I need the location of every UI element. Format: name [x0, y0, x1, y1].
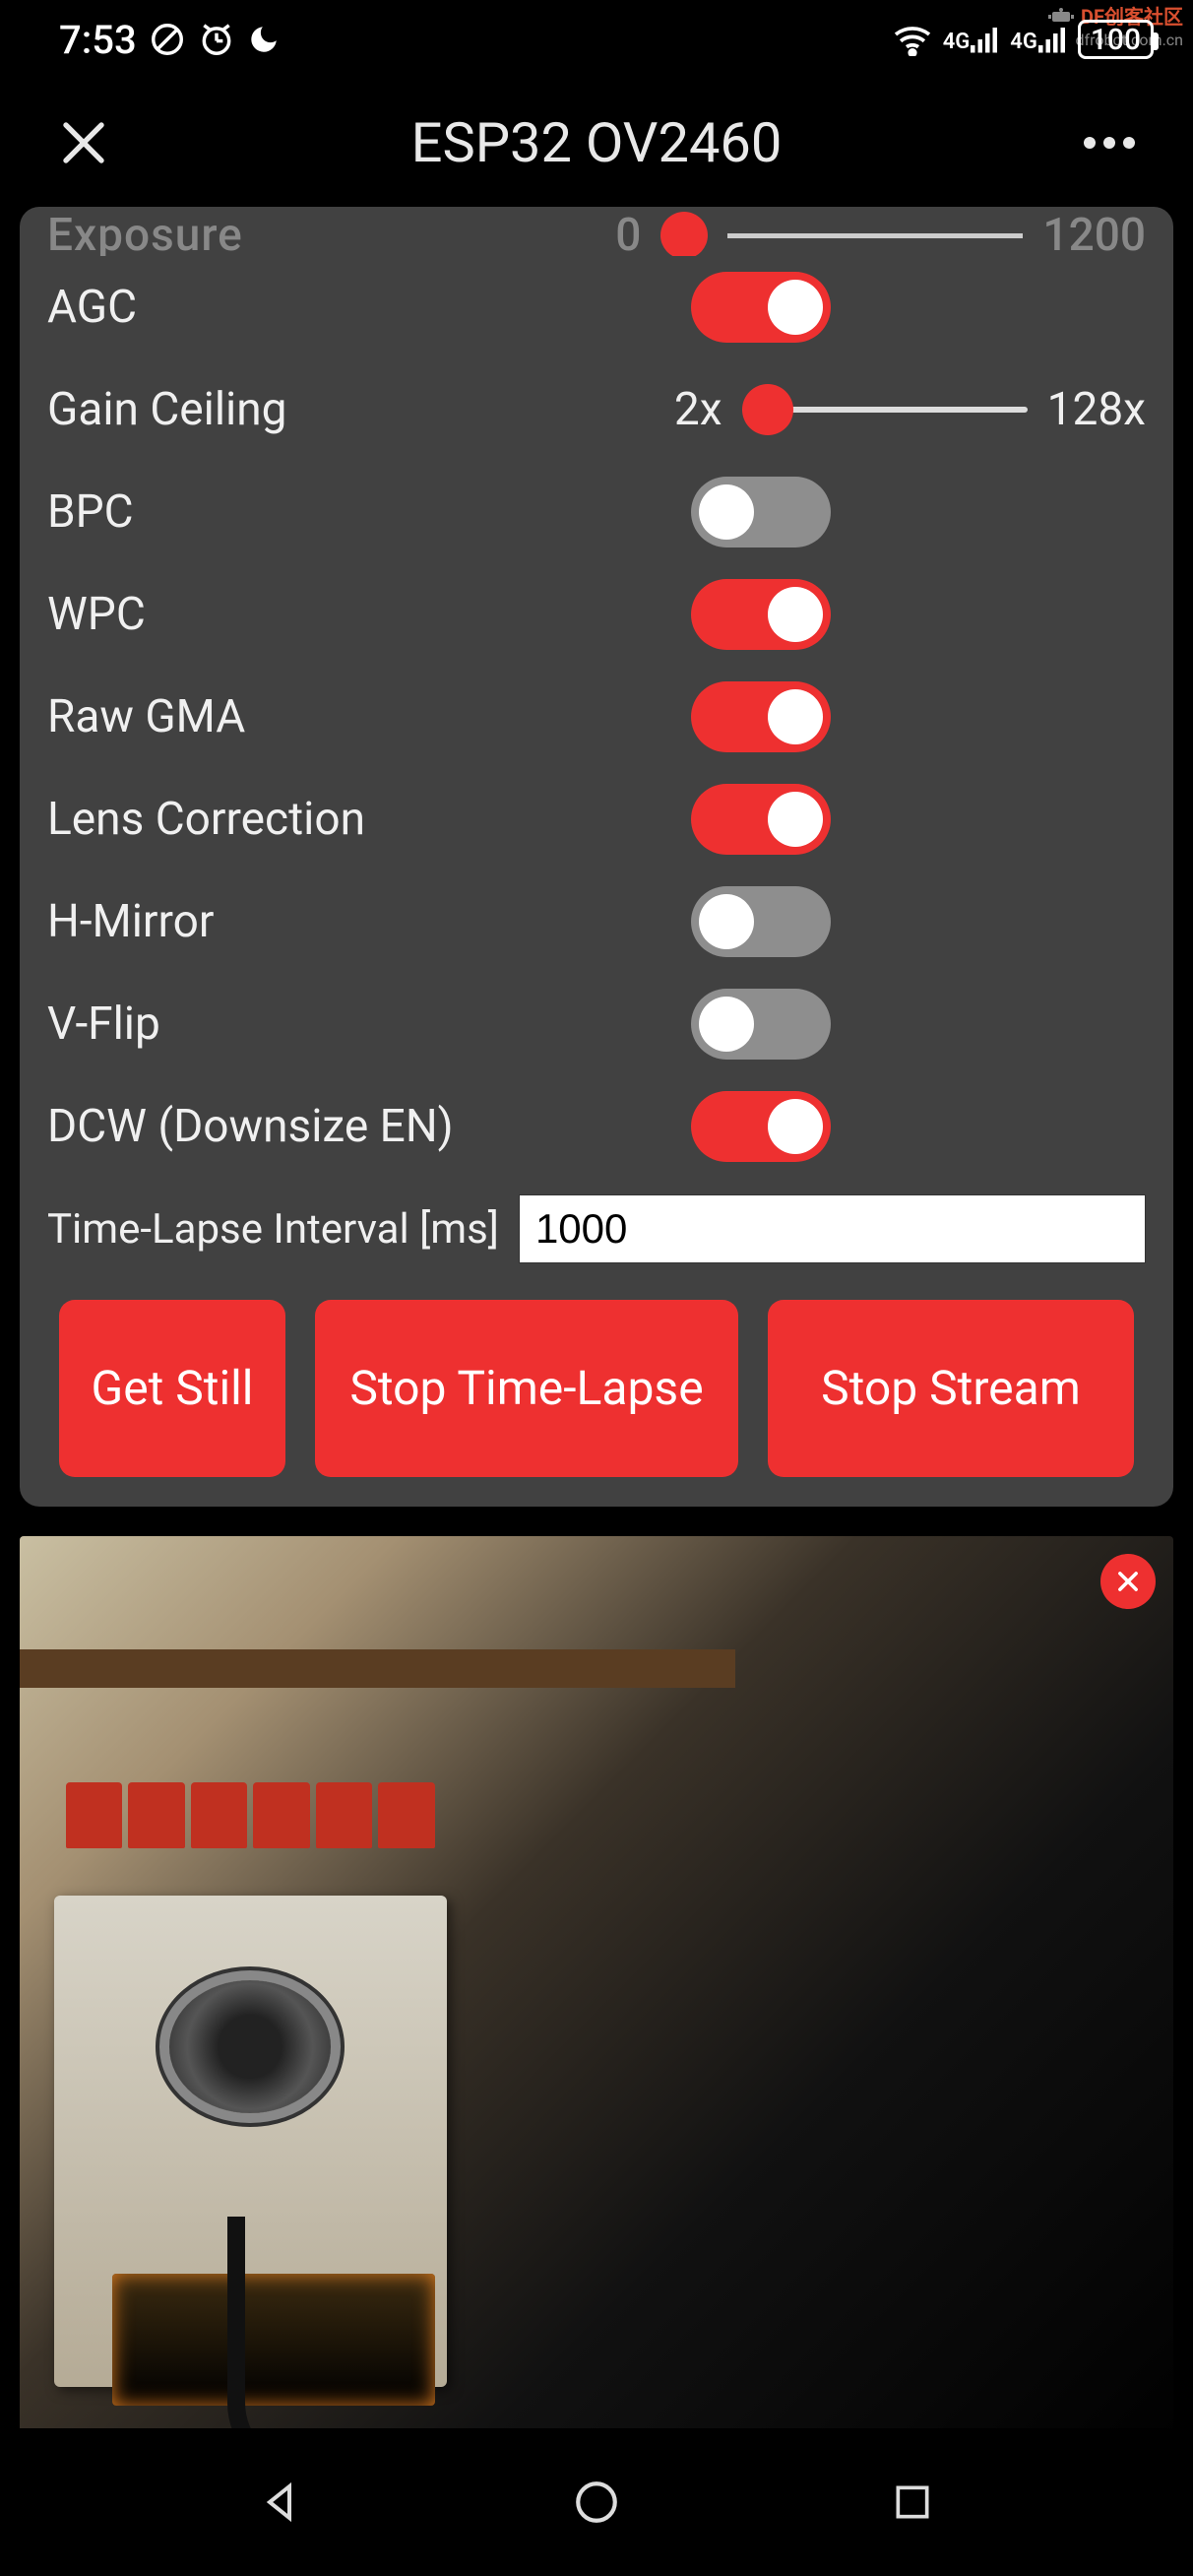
wpc-toggle[interactable]: [691, 579, 831, 650]
exposure-max: 1200: [1042, 209, 1146, 256]
close-button[interactable]: [49, 108, 118, 177]
raw-gma-row: Raw GMA: [20, 666, 1173, 768]
bpc-row: BPC: [20, 461, 1173, 563]
stop-timelapse-button[interactable]: Stop Time-Lapse: [315, 1300, 738, 1477]
app-header: ESP32 OV2460: [0, 79, 1193, 207]
h-mirror-label: H-Mirror: [47, 895, 214, 948]
dcw-row: DCW (Downsize EN): [20, 1075, 1173, 1178]
time-lapse-input[interactable]: [519, 1194, 1146, 1263]
gain-ceiling-label: Gain Ceiling: [47, 383, 286, 436]
robot-icon: [1046, 6, 1076, 24]
battery-indicator: 100: [1078, 20, 1154, 59]
close-preview-button[interactable]: [1100, 1554, 1156, 1609]
gain-ceiling-min: 2x: [674, 383, 722, 436]
raw-gma-label: Raw GMA: [47, 690, 245, 743]
nav-back-button[interactable]: [247, 2468, 316, 2537]
exposure-slider-thumb[interactable]: [660, 212, 708, 256]
lens-correction-label: Lens Correction: [47, 793, 365, 846]
page-title: ESP32 OV2460: [118, 110, 1075, 175]
agc-row: AGC: [20, 256, 1173, 358]
raw-gma-toggle[interactable]: [691, 681, 831, 752]
get-still-button[interactable]: Get Still: [59, 1300, 285, 1477]
exposure-min: 0: [615, 209, 641, 256]
more-button[interactable]: [1075, 108, 1144, 177]
speed-icon: [149, 21, 186, 58]
wpc-label: WPC: [47, 588, 146, 641]
gain-ceiling-slider[interactable]: [742, 385, 1028, 434]
camera-preview: [20, 1536, 1173, 2481]
v-flip-toggle[interactable]: [691, 989, 831, 1060]
h-mirror-toggle[interactable]: [691, 886, 831, 957]
nav-home-button[interactable]: [562, 2468, 631, 2537]
v-flip-label: V-Flip: [47, 998, 160, 1051]
exposure-slider-track[interactable]: [727, 233, 1023, 238]
wifi-icon: [892, 23, 933, 56]
bpc-label: BPC: [47, 485, 134, 539]
exposure-row-partial: Exposure 0 1200: [20, 207, 1173, 256]
lens-correction-toggle[interactable]: [691, 784, 831, 855]
time-lapse-row: Time-Lapse Interval [ms]: [20, 1178, 1173, 1280]
bpc-toggle[interactable]: [691, 477, 831, 547]
h-mirror-row: H-Mirror: [20, 870, 1173, 973]
stop-stream-button[interactable]: Stop Stream: [768, 1300, 1134, 1477]
lens-correction-row: Lens Correction: [20, 768, 1173, 870]
nav-recent-button[interactable]: [878, 2468, 947, 2537]
dcw-toggle[interactable]: [691, 1091, 831, 1162]
time-lapse-label: Time-Lapse Interval [ms]: [47, 1205, 499, 1254]
alarm-icon: [198, 21, 235, 58]
gain-ceiling-row: Gain Ceiling 2x 128x: [20, 358, 1173, 461]
v-flip-row: V-Flip: [20, 973, 1173, 1075]
status-bar: 7:53 4G 4G 100: [0, 0, 1193, 79]
agc-label: AGC: [47, 281, 137, 334]
gain-ceiling-max: 128x: [1047, 383, 1146, 436]
agc-toggle[interactable]: [691, 272, 831, 343]
dcw-label: DCW (Downsize EN): [47, 1100, 454, 1153]
wpc-row: WPC: [20, 563, 1173, 666]
settings-panel: Exposure 0 1200 AGC Gain Ceiling 2x 128x…: [20, 207, 1173, 1507]
dnd-moon-icon: [247, 23, 281, 56]
status-time: 7:53: [59, 17, 137, 63]
signal-1: 4G: [943, 26, 1001, 53]
system-nav-bar: [0, 2428, 1193, 2576]
